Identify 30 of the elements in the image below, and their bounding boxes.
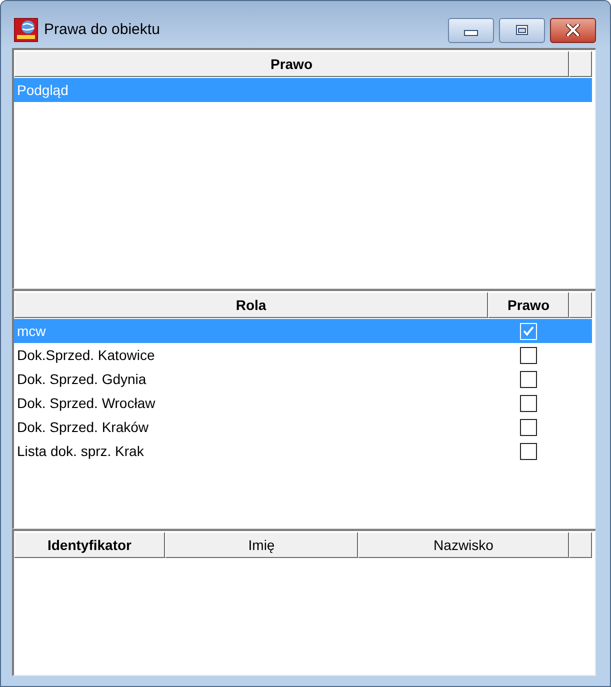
table-cell-text: mcw (16, 322, 47, 340)
column-header[interactable]: Rola (14, 292, 488, 318)
table-cell-text: Dok. Sprzed. Gdynia (16, 370, 148, 389)
globe-icon (14, 18, 38, 42)
checkmark-icon (523, 326, 534, 336)
column-header[interactable]: Prawo (14, 51, 569, 77)
column-header[interactable]: Imię (165, 532, 358, 558)
maximize-icon (516, 25, 528, 35)
header-filler (569, 532, 592, 558)
maximize-button[interactable] (499, 18, 545, 42)
checkbox[interactable] (520, 442, 537, 460)
checkbox[interactable] (520, 418, 537, 436)
checkbox[interactable] (520, 370, 537, 388)
close-icon (566, 24, 580, 36)
minimize-button[interactable] (448, 18, 494, 42)
checkbox[interactable] (520, 394, 537, 412)
table-cell-text: Dok.Sprzed. Katowice (16, 346, 156, 365)
table-cell-text: Lista dok. sprz. Krak (16, 442, 145, 461)
column-header[interactable]: Prawo (488, 292, 569, 318)
table-cell-text: Dok. Sprzed. Wrocław (16, 394, 156, 413)
column-header[interactable]: Nazwisko (358, 532, 569, 558)
checkbox[interactable] (520, 346, 537, 364)
table-cell-text: Podgląd (16, 80, 68, 100)
table-cell-text: Dok. Sprzed. Kraków (16, 418, 150, 437)
header-filler (569, 292, 592, 318)
minimize-icon (464, 30, 478, 36)
close-button[interactable] (550, 18, 596, 42)
header-filler (569, 51, 592, 77)
window-title: Prawa do obiektu (44, 20, 160, 40)
column-header[interactable]: Identyfikator (14, 532, 165, 558)
